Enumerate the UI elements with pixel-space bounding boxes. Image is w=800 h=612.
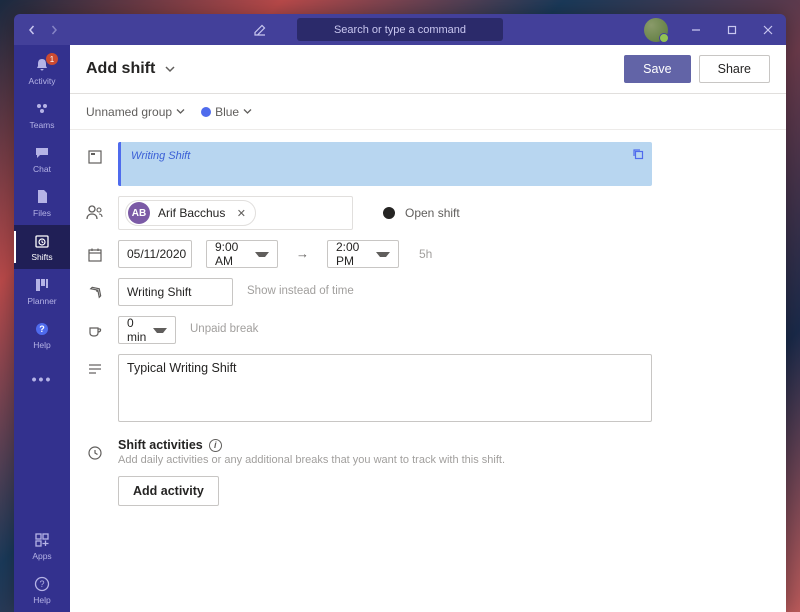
remove-person-icon[interactable]: ✕ bbox=[233, 205, 249, 221]
person-name: Arif Bacchus bbox=[158, 206, 225, 220]
group-dropdown[interactable]: Unnamed group bbox=[86, 105, 185, 119]
rail-planner[interactable]: Planner bbox=[14, 269, 70, 313]
arrow-right-icon: → bbox=[292, 246, 313, 261]
share-button[interactable]: Share bbox=[699, 55, 770, 83]
profile-avatar[interactable] bbox=[644, 18, 668, 42]
apps-icon bbox=[33, 531, 51, 549]
calendar-icon bbox=[86, 246, 104, 264]
close-button[interactable] bbox=[750, 14, 786, 45]
forward-button[interactable] bbox=[46, 22, 62, 38]
page-title: Add shift bbox=[86, 60, 155, 78]
more-icon: ••• bbox=[33, 370, 51, 388]
rail-help-top[interactable]: ? Help bbox=[14, 313, 70, 357]
rail-shifts[interactable]: Shifts bbox=[14, 225, 70, 269]
page-header: Add shift Save Share bbox=[70, 45, 786, 94]
person-icon bbox=[86, 204, 104, 222]
info-icon[interactable]: i bbox=[209, 439, 222, 452]
shifts-icon bbox=[33, 232, 51, 250]
title-chevron-icon[interactable] bbox=[165, 65, 175, 73]
shift-preview-title: Writing Shift bbox=[131, 150, 642, 162]
label-hint: Show instead of time bbox=[247, 285, 354, 297]
maximize-button[interactable] bbox=[714, 14, 750, 45]
titlebar: Search or type a command bbox=[14, 14, 786, 45]
rail-activity[interactable]: Activity 1 bbox=[14, 49, 70, 93]
start-time-field[interactable]: 9:00 AM bbox=[206, 240, 278, 268]
activities-title: Shift activities i bbox=[118, 438, 505, 452]
duration-label: 5h bbox=[419, 247, 432, 261]
help-circle-icon: ? bbox=[33, 320, 51, 338]
add-activity-button[interactable]: Add activity bbox=[118, 476, 219, 506]
radio-icon bbox=[383, 207, 395, 219]
search-placeholder: Search or type a command bbox=[334, 24, 466, 36]
files-icon bbox=[33, 188, 51, 206]
rail-teams[interactable]: Teams bbox=[14, 93, 70, 137]
color-dot-icon bbox=[201, 107, 211, 117]
planner-icon bbox=[33, 276, 51, 294]
notes-icon bbox=[86, 360, 104, 378]
activity-badge: 1 bbox=[46, 53, 58, 65]
rail-more[interactable]: ••• bbox=[14, 357, 70, 401]
search-input[interactable]: Search or type a command bbox=[297, 18, 503, 41]
save-button[interactable]: Save bbox=[624, 55, 691, 83]
svg-text:?: ? bbox=[39, 579, 44, 589]
copy-icon[interactable] bbox=[632, 148, 644, 160]
rail-help-bottom[interactable]: ? Help bbox=[14, 568, 70, 612]
help-icon: ? bbox=[33, 575, 51, 593]
minimize-button[interactable] bbox=[678, 14, 714, 45]
rail-chat[interactable]: Chat bbox=[14, 137, 70, 181]
notes-field[interactable]: Typical Writing Shift bbox=[118, 354, 652, 422]
rail-files[interactable]: Files bbox=[14, 181, 70, 225]
subheader: Unnamed group Blue bbox=[70, 94, 786, 130]
date-field[interactable]: 05/11/2020 bbox=[118, 240, 192, 268]
preview-icon bbox=[86, 148, 104, 166]
cup-icon bbox=[86, 322, 104, 340]
person-chip: AB Arif Bacchus ✕ bbox=[125, 200, 256, 226]
person-avatar: AB bbox=[128, 202, 150, 224]
label-field[interactable]: Writing Shift bbox=[118, 278, 233, 306]
shift-preview-card[interactable]: Writing Shift bbox=[118, 142, 652, 186]
clock-icon bbox=[86, 444, 104, 462]
open-shift-option[interactable]: Open shift bbox=[383, 206, 460, 220]
break-field[interactable]: 0 min bbox=[118, 316, 176, 344]
assignee-field[interactable]: AB Arif Bacchus ✕ bbox=[118, 196, 353, 230]
rail-apps[interactable]: Apps bbox=[14, 524, 70, 568]
compose-icon[interactable] bbox=[248, 18, 272, 42]
back-button[interactable] bbox=[24, 22, 40, 38]
end-time-field[interactable]: 2:00 PM bbox=[327, 240, 399, 268]
app-rail: Activity 1 Teams Chat Files bbox=[14, 45, 70, 612]
svg-text:?: ? bbox=[39, 324, 45, 334]
color-dropdown[interactable]: Blue bbox=[201, 105, 252, 119]
tag-icon bbox=[86, 284, 104, 302]
chat-icon bbox=[33, 144, 51, 162]
break-hint: Unpaid break bbox=[190, 323, 258, 335]
activities-subtitle: Add daily activities or any additional b… bbox=[118, 454, 505, 466]
teams-icon bbox=[33, 100, 51, 118]
